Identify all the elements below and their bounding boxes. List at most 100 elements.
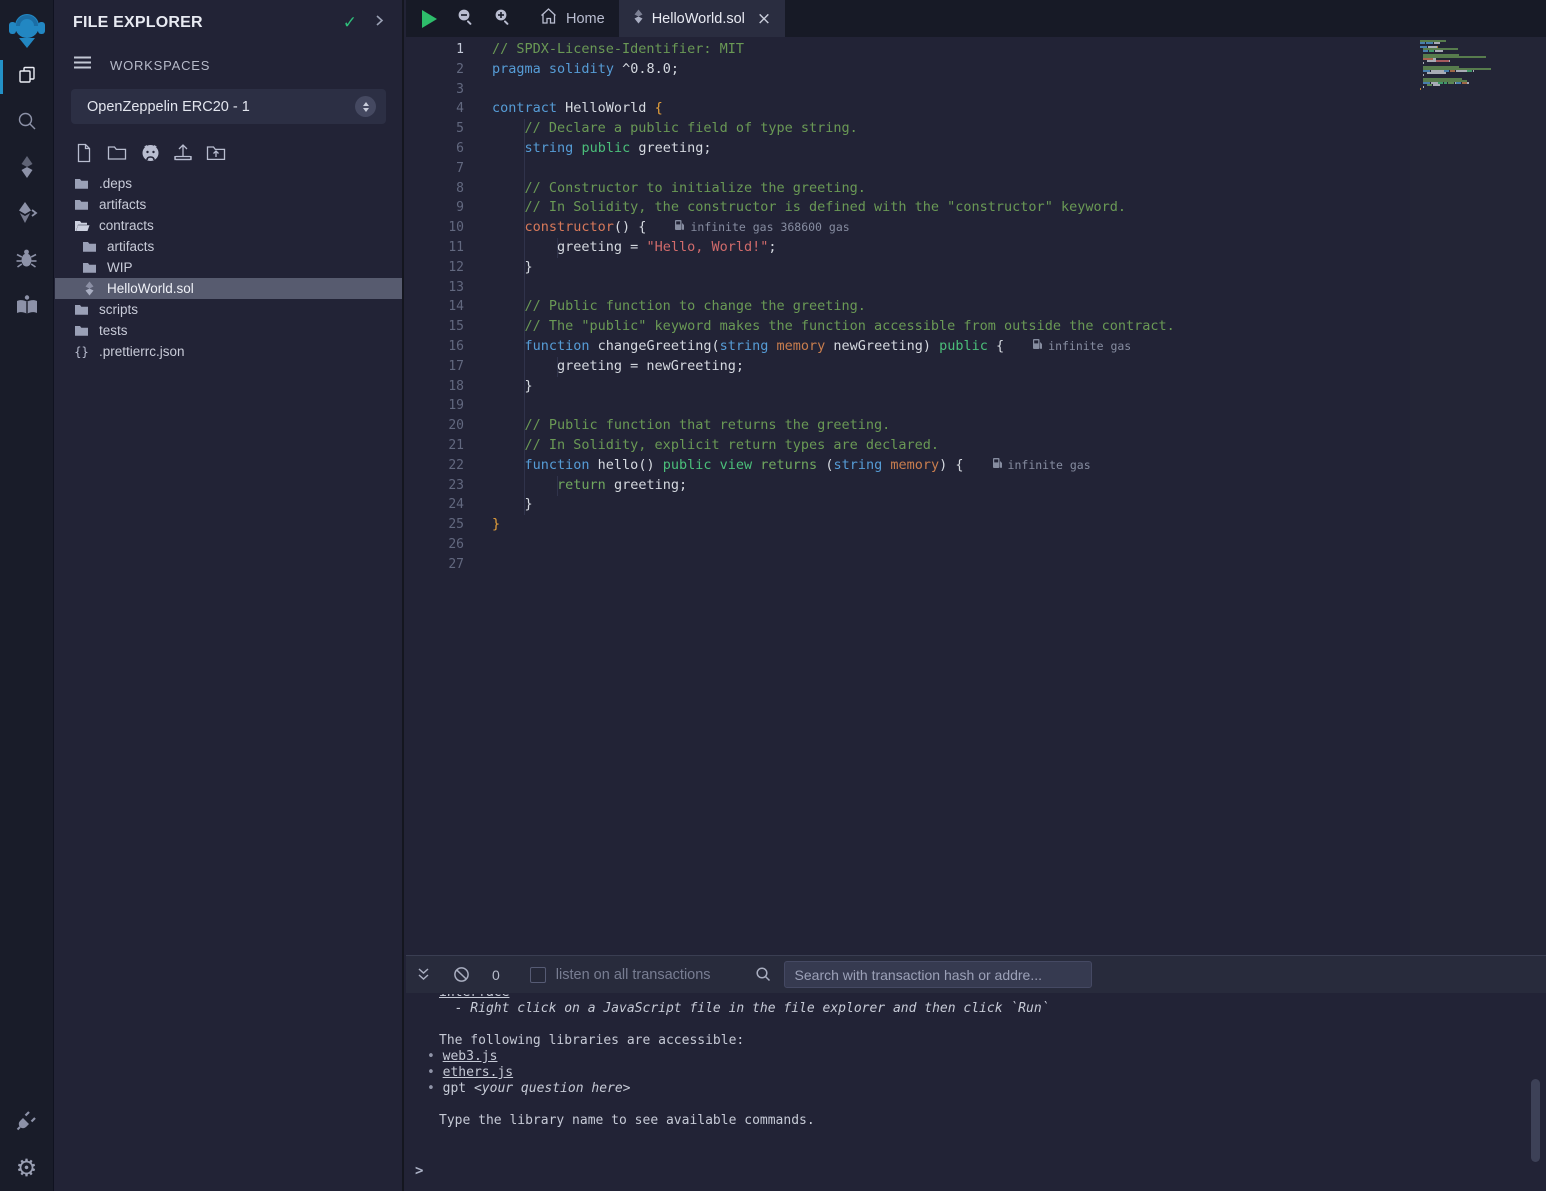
upload-folder-button[interactable] bbox=[204, 143, 228, 167]
line-number: 9 bbox=[406, 198, 464, 218]
code-line[interactable]: 26 bbox=[406, 535, 1546, 555]
code-line[interactable]: 14 // Public function to change the gree… bbox=[406, 297, 1546, 317]
sidebar-item-solidity-compiler[interactable] bbox=[0, 146, 54, 192]
code-line[interactable]: 7 bbox=[406, 159, 1546, 179]
folder-icon bbox=[73, 323, 90, 338]
upload-file-button[interactable] bbox=[171, 143, 195, 167]
code-line[interactable]: 6 string public greeting; bbox=[406, 139, 1546, 159]
tree-item-artifacts[interactable]: artifacts bbox=[55, 194, 402, 215]
tree-item-contracts[interactable]: contracts bbox=[55, 215, 402, 236]
create-new-file-button[interactable] bbox=[72, 143, 96, 167]
terminal-link[interactable]: interface bbox=[439, 994, 509, 1000]
line-number: 15 bbox=[406, 317, 464, 337]
gas-pump-icon bbox=[674, 218, 685, 238]
code-line[interactable]: 19 bbox=[406, 396, 1546, 416]
run-script-button[interactable] bbox=[422, 10, 437, 28]
code-line[interactable]: 21 // In Solidity, explicit return types… bbox=[406, 436, 1546, 456]
zoom-out-button[interactable] bbox=[457, 8, 474, 30]
code-line[interactable]: 25} bbox=[406, 515, 1546, 535]
terminal-toggle-icon[interactable] bbox=[416, 967, 431, 983]
code-line[interactable]: 15 // The "public" keyword makes the fun… bbox=[406, 317, 1546, 337]
terminal-link[interactable]: ethers.js bbox=[443, 1065, 513, 1080]
code-line[interactable]: 23 return greeting; bbox=[406, 476, 1546, 496]
code-line[interactable]: 2pragma solidity ^0.8.0; bbox=[406, 60, 1546, 80]
terminal-prompt[interactable]: > bbox=[415, 1163, 423, 1179]
tree-item--prettierrc-json[interactable]: {}.prettierrc.json bbox=[55, 341, 402, 362]
tree-item-tests[interactable]: tests bbox=[55, 320, 402, 341]
create-new-folder-button[interactable] bbox=[105, 143, 129, 167]
terminal-header: 0 listen on all transactions bbox=[406, 956, 1546, 993]
tree-item-artifacts[interactable]: artifacts bbox=[55, 236, 402, 257]
code-line[interactable]: 27 bbox=[406, 555, 1546, 575]
editor-area: HomeHelloWorld.sol× 1// SPDX-License-Ide… bbox=[406, 0, 1546, 1191]
tab-helloworld-sol[interactable]: HelloWorld.sol× bbox=[619, 0, 785, 37]
line-number: 3 bbox=[406, 80, 464, 100]
code-line[interactable]: 3 bbox=[406, 80, 1546, 100]
code-line[interactable]: 16 function changeGreeting(string memory… bbox=[406, 337, 1546, 357]
clone-git-repository-button[interactable] bbox=[138, 143, 162, 167]
code-text: // SPDX-License-Identifier: MIT bbox=[464, 40, 744, 60]
code-line[interactable]: 17 greeting = newGreeting; bbox=[406, 357, 1546, 377]
close-icon[interactable]: × bbox=[757, 9, 771, 29]
terminal-search-input[interactable] bbox=[784, 961, 1092, 988]
code-line[interactable]: 8 // Constructor to initialize the greet… bbox=[406, 179, 1546, 199]
workspace-select[interactable]: OpenZeppelin ERC20 - 1 bbox=[71, 89, 386, 124]
code-line[interactable]: 20 // Public function that returns the g… bbox=[406, 416, 1546, 436]
terminal-scrollbar[interactable] bbox=[1531, 1079, 1540, 1162]
code-text: function changeGreeting(string memory ne… bbox=[464, 337, 1131, 357]
code-line[interactable]: 22 function hello() public view returns … bbox=[406, 456, 1546, 476]
home-icon bbox=[539, 7, 558, 30]
tabs-container: HomeHelloWorld.sol× bbox=[525, 0, 785, 37]
code-line[interactable]: 4contract HelloWorld { bbox=[406, 99, 1546, 119]
code-line[interactable]: 11 greeting = "Hello, World!"; bbox=[406, 238, 1546, 258]
code-line[interactable]: 5 // Declare a public field of type stri… bbox=[406, 119, 1546, 139]
line-number: 17 bbox=[406, 357, 464, 377]
terminal-link[interactable]: web3.js bbox=[443, 1049, 498, 1064]
zoom-in-button[interactable] bbox=[494, 8, 511, 30]
folder-icon bbox=[73, 176, 90, 191]
line-number: 21 bbox=[406, 436, 464, 456]
tree-item-wip[interactable]: WIP bbox=[55, 257, 402, 278]
line-number: 25 bbox=[406, 515, 464, 535]
workspace-stepper-icon[interactable] bbox=[355, 96, 376, 117]
remix-logo-icon[interactable] bbox=[5, 6, 49, 54]
tree-item--deps[interactable]: .deps bbox=[55, 173, 402, 194]
remix-ide-window: ⚙ FILE EXPLORER ✓ WORKSPACES OpenZeppeli… bbox=[0, 0, 1546, 1191]
terminal-output[interactable]: interface - Right click on a JavaScript … bbox=[406, 994, 1532, 1191]
sidebar-item-deploy-run[interactable] bbox=[0, 192, 54, 238]
sidebar-item-settings[interactable]: ⚙ bbox=[0, 1145, 54, 1191]
listen-transactions-checkbox[interactable] bbox=[530, 967, 546, 983]
file-explorer-panel: FILE EXPLORER ✓ WORKSPACES OpenZeppelin … bbox=[55, 0, 404, 1191]
sidebar-item-learneth[interactable] bbox=[0, 284, 54, 330]
sidebar-item-search[interactable] bbox=[0, 100, 54, 146]
line-number: 4 bbox=[406, 99, 464, 119]
book-icon bbox=[15, 294, 39, 321]
minimap[interactable] bbox=[1420, 40, 1504, 94]
sidebar-item-plugin-manager[interactable] bbox=[0, 1099, 54, 1145]
workspace-name: OpenZeppelin ERC20 - 1 bbox=[87, 99, 355, 115]
code-line[interactable]: 18 } bbox=[406, 377, 1546, 397]
tab-home[interactable]: Home bbox=[525, 0, 619, 37]
sidebar-item-debugger[interactable] bbox=[0, 238, 54, 284]
tree-item-helloworld-sol[interactable]: HelloWorld.sol bbox=[55, 278, 402, 299]
hamburger-menu-icon[interactable] bbox=[73, 55, 92, 75]
gear-icon: ⚙ bbox=[16, 1156, 38, 1180]
bug-icon bbox=[15, 248, 38, 275]
code-line[interactable]: 13 bbox=[406, 278, 1546, 298]
code-line[interactable]: 1// SPDX-License-Identifier: MIT bbox=[406, 40, 1546, 60]
code-line[interactable]: 9 // In Solidity, the constructor is def… bbox=[406, 198, 1546, 218]
github-icon bbox=[140, 143, 161, 168]
tree-item-scripts[interactable]: scripts bbox=[55, 299, 402, 320]
chevron-right-icon[interactable] bbox=[373, 14, 386, 32]
code-line[interactable]: 10 constructor() {infinite gas 368600 ga… bbox=[406, 218, 1546, 238]
folderup-icon bbox=[206, 144, 226, 167]
files-icon bbox=[16, 64, 38, 91]
sidebar-item-file-explorer[interactable] bbox=[0, 54, 54, 100]
code-area[interactable]: 1// SPDX-License-Identifier: MIT2pragma … bbox=[406, 40, 1546, 575]
clear-console-icon[interactable] bbox=[453, 966, 470, 983]
editor-surface[interactable]: 1// SPDX-License-Identifier: MIT2pragma … bbox=[406, 37, 1546, 955]
code-line[interactable]: 24 } bbox=[406, 495, 1546, 515]
gas-pump-icon bbox=[1032, 337, 1043, 357]
code-line[interactable]: 12 } bbox=[406, 258, 1546, 278]
solidity-icon bbox=[17, 155, 37, 184]
